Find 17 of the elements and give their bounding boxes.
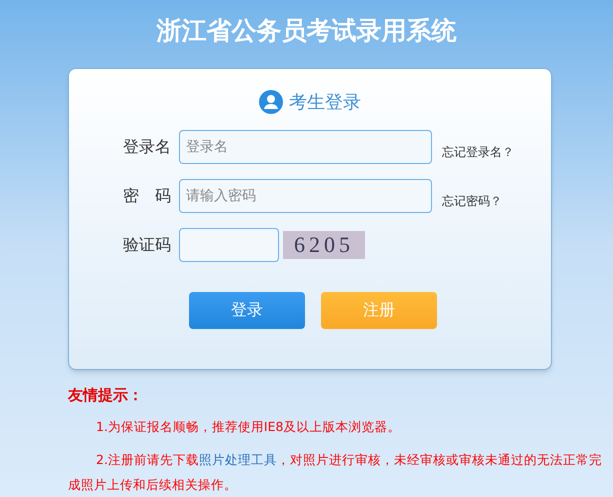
forgot-link[interactable]: 忘记登录名？ bbox=[442, 142, 514, 161]
page-title: 浙江省公务员考试录用系统 bbox=[155, 15, 458, 47]
login-button[interactable]: 登录 bbox=[189, 292, 305, 329]
input-field[interactable]: 登录名 bbox=[179, 130, 432, 164]
input-field[interactable]: 请输入密码 bbox=[179, 178, 432, 213]
login-heading: 考生登录 bbox=[289, 90, 361, 115]
notice-text: 1.为保证报名顺畅，推荐使用IE8及以上版本浏览器。 bbox=[95, 418, 402, 436]
field-label: 验证码 bbox=[122, 234, 172, 256]
field-label: 密 码 bbox=[122, 184, 172, 207]
notice-text: 2.注册前请先下载照片处理工具，对照片进行审核，未经审核或审核未通过的无法正常完成照片上传和后续相关操作。 bbox=[68, 451, 603, 494]
captcha-image[interactable]: 6205 bbox=[283, 230, 365, 259]
captcha-field[interactable] bbox=[179, 228, 279, 262]
field-label: 登录名 bbox=[122, 136, 172, 158]
notice-title: 友情提示： bbox=[68, 384, 144, 406]
user-icon bbox=[259, 90, 283, 114]
forgot-link[interactable]: 忘记密码？ bbox=[442, 192, 502, 210]
photo-tool-link[interactable]: 照片处理工具 bbox=[198, 452, 277, 467]
